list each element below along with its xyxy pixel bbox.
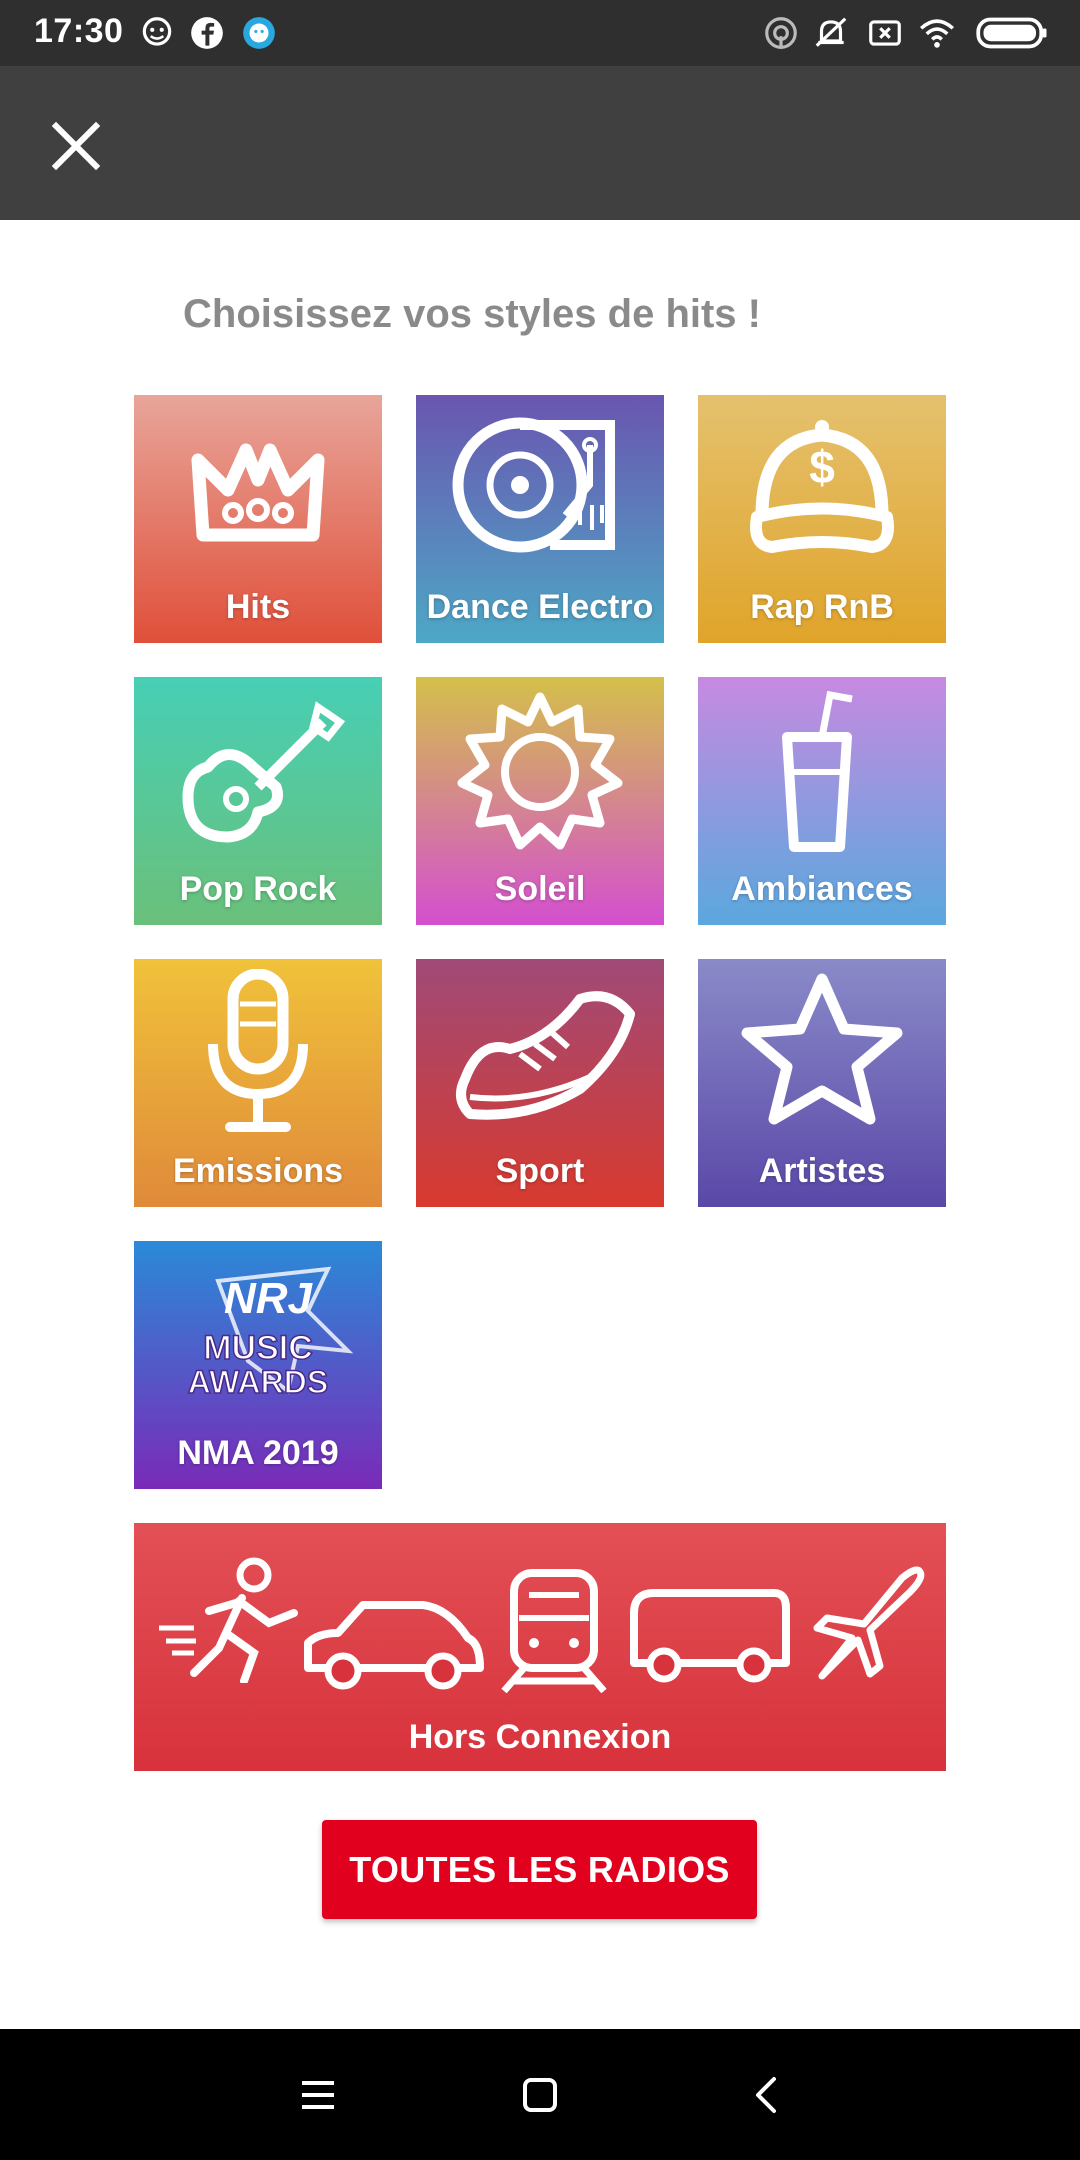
tile-emissions[interactable]: Emissions bbox=[134, 959, 382, 1207]
train-icon bbox=[501, 1569, 607, 1693]
tile-label: Sport bbox=[495, 1152, 585, 1190]
tile-dance-electro[interactable]: Dance Electro bbox=[416, 395, 664, 643]
wifi-icon bbox=[920, 19, 954, 48]
runner-icon bbox=[159, 1557, 298, 1683]
offline-banner[interactable]: Hors Connexion bbox=[134, 1523, 946, 1771]
tile-label: Rap RnB bbox=[750, 588, 894, 626]
svg-text:$: $ bbox=[809, 441, 835, 493]
all-radios-button[interactable]: TOUTES LES RADIOS bbox=[322, 1820, 757, 1919]
app-bar bbox=[0, 66, 1080, 220]
offline-label: Hors Connexion bbox=[408, 1718, 672, 1756]
bus-icon bbox=[630, 1589, 790, 1683]
tile-pop-rock[interactable]: Pop Rock bbox=[134, 677, 382, 925]
tile-label: Pop Rock bbox=[179, 870, 337, 908]
facebook-icon bbox=[191, 17, 223, 49]
battery-icon bbox=[976, 17, 1047, 49]
no-sim-icon bbox=[869, 20, 901, 46]
close-icon[interactable] bbox=[40, 110, 112, 182]
star-icon bbox=[741, 973, 903, 1125]
nrj-music-awards-logo: NRJ MUSIC AWARDS bbox=[187, 1266, 354, 1401]
status-time: 17:30 bbox=[34, 12, 124, 50]
sneaker-icon bbox=[456, 991, 635, 1120]
navigation-bar bbox=[0, 2029, 1080, 2160]
tile-nma-2019[interactable]: NRJ MUSIC AWARDS NMA 2019 bbox=[134, 1241, 382, 1489]
chat-bubble-icon bbox=[243, 17, 275, 49]
page-title: Choisissez vos styles de hits ! bbox=[183, 292, 761, 336]
tile-hits[interactable]: Hits bbox=[134, 395, 382, 643]
tile-label: Ambiances bbox=[731, 870, 913, 908]
tile-label: Hits bbox=[225, 588, 291, 626]
status-bar: 17:30 bbox=[0, 0, 1080, 66]
hotspot-icon bbox=[765, 17, 797, 49]
waze-icon bbox=[142, 17, 172, 46]
home-icon[interactable] bbox=[510, 2065, 570, 2125]
tile-label: Artistes bbox=[758, 1152, 886, 1190]
svg-text:MUSIC: MUSIC bbox=[203, 1329, 313, 1367]
tile-rap-rnb[interactable]: $ Rap RnB bbox=[698, 395, 946, 643]
crown-icon bbox=[191, 443, 325, 542]
back-icon[interactable] bbox=[738, 2065, 798, 2125]
turntable-icon bbox=[452, 417, 615, 553]
tile-label: Soleil bbox=[494, 870, 586, 908]
mute-icon bbox=[815, 17, 847, 47]
airplane-icon bbox=[813, 1566, 925, 1680]
tile-artistes[interactable]: Artistes bbox=[698, 959, 946, 1207]
cap-icon: $ bbox=[750, 420, 894, 553]
menu-icon[interactable] bbox=[288, 2065, 348, 2125]
guitar-icon bbox=[182, 701, 346, 843]
tile-soleil[interactable]: Soleil bbox=[416, 677, 664, 925]
tile-ambiances[interactable]: Ambiances bbox=[698, 677, 946, 925]
svg-text:AWARDS: AWARDS bbox=[188, 1364, 328, 1400]
sun-icon bbox=[457, 692, 623, 850]
car-icon bbox=[304, 1601, 484, 1690]
tile-sport[interactable]: Sport bbox=[416, 959, 664, 1207]
tile-label: NMA 2019 bbox=[177, 1434, 339, 1472]
tile-label: Emissions bbox=[172, 1152, 344, 1190]
drink-icon bbox=[782, 690, 853, 852]
svg-text:NRJ: NRJ bbox=[224, 1274, 314, 1323]
microphone-icon bbox=[208, 969, 308, 1132]
tile-label: Dance Electro bbox=[426, 588, 654, 626]
